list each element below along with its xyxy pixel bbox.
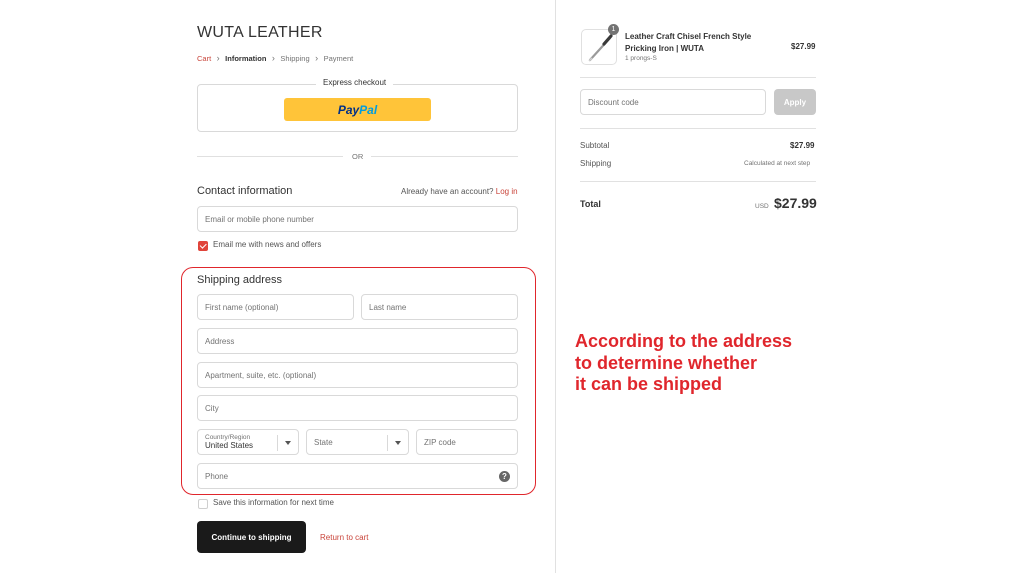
- chisel-icon: [588, 34, 613, 62]
- zip-code-field[interactable]: ZIP code: [416, 429, 518, 455]
- discount-code-field[interactable]: Discount code: [580, 89, 766, 115]
- save-info-checkbox[interactable]: [198, 499, 208, 509]
- chevron-right-icon: ›: [315, 53, 319, 63]
- chevron-down-icon: [395, 441, 401, 445]
- apartment-placeholder: Apartment, suite, etc. (optional): [205, 370, 317, 380]
- breadcrumb-information: Information: [225, 53, 267, 63]
- total-value: $27.99: [774, 195, 817, 211]
- state-select[interactable]: State: [306, 429, 409, 455]
- subtotal-label: Subtotal: [580, 141, 610, 150]
- contact-information-title: Contact information: [197, 185, 293, 197]
- city-placeholder: City: [205, 403, 219, 413]
- chevron-right-icon: ›: [216, 53, 220, 63]
- last-name-field[interactable]: Last name: [361, 294, 518, 320]
- help-icon[interactable]: ?: [499, 471, 510, 482]
- country-select[interactable]: Country/Region United States: [197, 429, 299, 455]
- last-name-placeholder: Last name: [369, 302, 407, 312]
- summary-divider: [580, 181, 816, 182]
- breadcrumb: Cart › Information › Shipping › Payment: [197, 53, 353, 63]
- save-info-label: Save this information for next time: [213, 498, 334, 507]
- paypal-logo-pal: Pal: [359, 102, 378, 117]
- first-name-field[interactable]: First name (optional): [197, 294, 354, 320]
- city-field[interactable]: City: [197, 395, 518, 421]
- email-field[interactable]: Email or mobile phone number: [197, 206, 518, 232]
- store-name: WUTA LEATHER: [197, 24, 323, 41]
- apply-discount-button[interactable]: Apply: [774, 89, 816, 115]
- annotation-line: to determine whether: [575, 352, 758, 373]
- annotation-line: According to the address: [575, 331, 793, 351]
- paypal-logo-pay: Pay: [337, 102, 360, 117]
- address-placeholder: Address: [205, 336, 235, 346]
- state-placeholder: State: [314, 437, 333, 447]
- apartment-field[interactable]: Apartment, suite, etc. (optional): [197, 362, 518, 388]
- paypal-button[interactable]: Pay Pal: [284, 98, 431, 121]
- news-checkbox[interactable]: [198, 241, 208, 251]
- summary-divider: [580, 128, 816, 129]
- discount-code-placeholder: Discount code: [588, 97, 639, 107]
- chevron-down-icon: [285, 441, 291, 445]
- email-placeholder: Email or mobile phone number: [205, 214, 314, 224]
- select-divider: [387, 435, 388, 451]
- product-price: $27.99: [791, 42, 816, 51]
- or-divider-text: OR: [352, 152, 364, 161]
- currency-code: USD: [755, 203, 769, 210]
- phone-field[interactable]: Phone ?: [197, 463, 518, 489]
- shipping-cost-value: Calculated at next step: [744, 160, 811, 167]
- have-account-text: Already have an account? Log in: [401, 187, 518, 196]
- address-field[interactable]: Address: [197, 328, 518, 354]
- country-value: United States: [205, 440, 254, 450]
- first-name-placeholder: First name (optional): [205, 302, 279, 312]
- product-variant: 1 prongs-S: [625, 55, 657, 62]
- select-divider: [277, 435, 278, 451]
- breadcrumb-cart[interactable]: Cart: [197, 54, 211, 63]
- annotation-line: it can be shipped: [575, 374, 723, 394]
- have-account-label: Already have an account?: [401, 187, 494, 196]
- quantity-badge: 1: [608, 24, 619, 35]
- shipping-cost-label: Shipping: [580, 159, 612, 168]
- continue-to-shipping-button[interactable]: Continue to shipping: [197, 521, 306, 553]
- return-to-cart-link[interactable]: Return to cart: [320, 533, 368, 542]
- express-checkout-label: Express checkout: [316, 78, 394, 87]
- column-divider: [555, 0, 556, 573]
- breadcrumb-shipping: Shipping: [280, 53, 310, 63]
- login-link[interactable]: Log in: [496, 187, 518, 196]
- divider-left: [197, 156, 343, 157]
- phone-placeholder: Phone: [205, 471, 229, 481]
- summary-divider: [580, 77, 816, 78]
- divider-right: [371, 156, 518, 157]
- annotation-text: According to the address to determine wh…: [575, 331, 792, 396]
- product-title: Leather Craft Chisel French Style Pricki…: [625, 32, 752, 53]
- country-label: Country/Region: [205, 433, 251, 441]
- news-checkbox-label: Email me with news and offers: [213, 240, 322, 249]
- chevron-right-icon: ›: [271, 53, 275, 63]
- subtotal-value: $27.99: [790, 141, 815, 150]
- total-label: Total: [580, 199, 601, 209]
- zip-code-placeholder: ZIP code: [424, 437, 456, 447]
- breadcrumb-payment: Payment: [323, 53, 354, 63]
- shipping-address-title: Shipping address: [197, 274, 283, 286]
